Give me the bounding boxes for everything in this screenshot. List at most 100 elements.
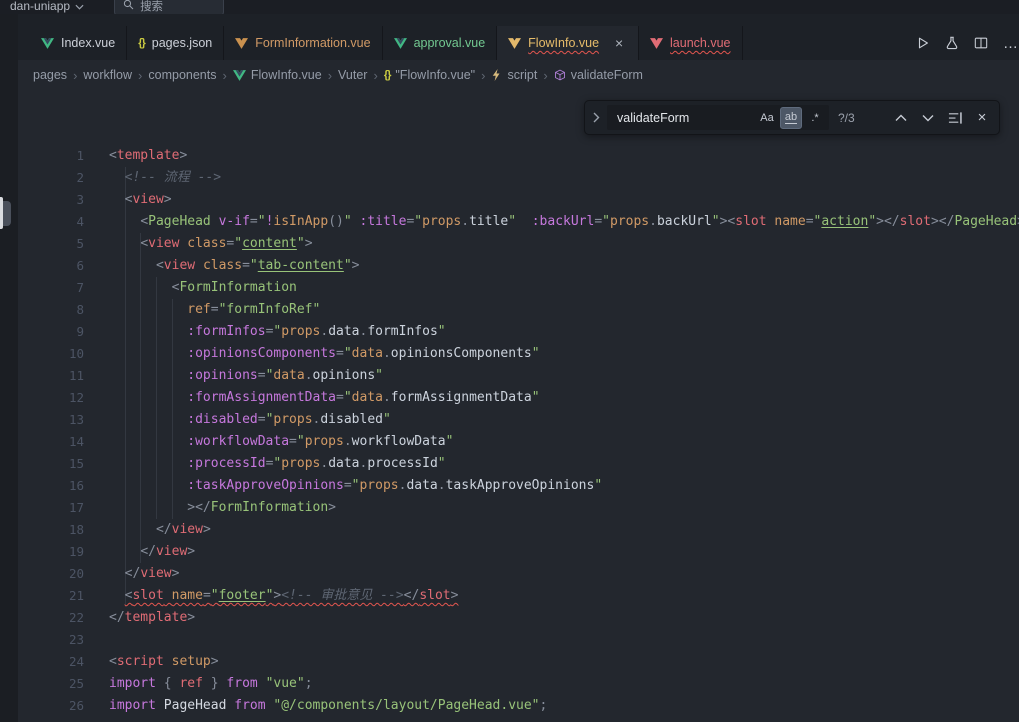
breadcrumb-item-workflow[interactable]: workflow: [82, 68, 133, 82]
sidebar-sliver[interactable]: [0, 14, 18, 722]
breadcrumb-item-pages[interactable]: pages: [32, 68, 68, 82]
code-line[interactable]: 5 <view class="content">: [18, 233, 1019, 255]
tab-FormInformation.vue[interactable]: FormInformation.vue: [224, 26, 382, 60]
code-text: <slot name="footer"><!-- 审批意见 --></slot>: [84, 585, 458, 607]
code-line[interactable]: 24<script setup>: [18, 651, 1019, 673]
line-number[interactable]: 22: [18, 607, 84, 629]
code-line[interactable]: 23: [18, 629, 1019, 651]
line-number[interactable]: 7: [18, 277, 84, 299]
line-number[interactable]: 2: [18, 167, 84, 189]
code-line[interactable]: 26import PageHead from "@/components/lay…: [18, 695, 1019, 717]
code-line[interactable]: 1<template>: [18, 145, 1019, 167]
code-line[interactable]: 15 :processId="props.data.processId": [18, 453, 1019, 475]
tab-label: FlowInfo.vue: [528, 36, 599, 50]
line-number[interactable]: 4: [18, 211, 84, 233]
find-input[interactable]: [615, 110, 756, 126]
code-line[interactable]: 13 :disabled="props.disabled": [18, 409, 1019, 431]
line-number[interactable]: 21: [18, 585, 84, 607]
code-line[interactable]: 20 </view>: [18, 563, 1019, 585]
code-line[interactable]: 9 :formInfos="props.data.formInfos": [18, 321, 1019, 343]
breadcrumb-separator: ›: [373, 68, 377, 83]
previous-match-icon[interactable]: [892, 108, 910, 128]
code-line[interactable]: 18 </view>: [18, 519, 1019, 541]
test-flask-icon[interactable]: [945, 36, 959, 50]
line-number[interactable]: 8: [18, 299, 84, 321]
line-number[interactable]: 18: [18, 519, 84, 541]
json-icon: {}: [384, 69, 391, 81]
split-editor-icon[interactable]: [974, 36, 988, 50]
code-line[interactable]: 11 :opinions="data.opinions": [18, 365, 1019, 387]
line-number[interactable]: 3: [18, 189, 84, 211]
tab-close-icon[interactable]: ×: [611, 35, 627, 51]
tab-launch.vue[interactable]: launch.vue: [639, 26, 742, 60]
line-number[interactable]: 23: [18, 629, 84, 651]
breadcrumb-item-validateForm[interactable]: validateForm: [553, 68, 644, 82]
tab-approval.vue[interactable]: approval.vue: [383, 26, 498, 60]
breadcrumb-label: workflow: [83, 68, 132, 82]
line-number[interactable]: 26: [18, 695, 84, 717]
breadcrumb-item-FlowInfo.vue[interactable]: {} "FlowInfo.vue": [383, 68, 476, 82]
code-line[interactable]: 25import { ref } from "vue";: [18, 673, 1019, 695]
code-editor[interactable]: Aa ab .* ?/3 ×: [18, 90, 1019, 722]
line-number[interactable]: 1: [18, 145, 84, 167]
more-actions-icon[interactable]: …: [1003, 35, 1019, 52]
breadcrumb-label: "FlowInfo.vue": [395, 68, 475, 82]
code-area[interactable]: 1<template>2 <!-- 流程 -->3 <view>4 <PageH…: [18, 90, 1019, 717]
find-in-selection-icon[interactable]: [946, 108, 964, 128]
code-line[interactable]: 6 <view class="tab-content">: [18, 255, 1019, 277]
whole-word-toggle[interactable]: ab: [780, 107, 802, 129]
line-number[interactable]: 14: [18, 431, 84, 453]
run-button[interactable]: [916, 36, 930, 50]
toggle-replace-icon[interactable]: [589, 112, 603, 123]
match-case-toggle[interactable]: Aa: [756, 107, 778, 129]
line-number[interactable]: 6: [18, 255, 84, 277]
line-number[interactable]: 17: [18, 497, 84, 519]
line-number[interactable]: 15: [18, 453, 84, 475]
code-line[interactable]: 8 ref="formInfoRef": [18, 299, 1019, 321]
line-number[interactable]: 19: [18, 541, 84, 563]
code-line[interactable]: 2 <!-- 流程 -->: [18, 167, 1019, 189]
line-number[interactable]: 10: [18, 343, 84, 365]
next-match-icon[interactable]: [919, 108, 937, 128]
code-line[interactable]: 22</template>: [18, 607, 1019, 629]
tab-pages.json[interactable]: {}pages.json: [127, 26, 224, 60]
search-icon: [123, 0, 134, 13]
code-line[interactable]: 17 ></FormInformation>: [18, 497, 1019, 519]
breadcrumb-item-components[interactable]: components: [147, 68, 217, 82]
code-line[interactable]: 4 <PageHead v-if="!isInApp()" :title="pr…: [18, 211, 1019, 233]
regex-toggle[interactable]: .*: [804, 107, 826, 129]
code-line[interactable]: 12 :formAssignmentData="data.formAssignm…: [18, 387, 1019, 409]
breadcrumb-label: pages: [33, 68, 67, 82]
sidebar-scroll-thumb[interactable]: [2, 201, 11, 226]
line-number[interactable]: 12: [18, 387, 84, 409]
breadcrumb-item-FlowInfo.vue[interactable]: FlowInfo.vue: [232, 68, 323, 82]
close-icon[interactable]: ×: [973, 108, 991, 128]
code-line[interactable]: 3 <view>: [18, 189, 1019, 211]
code-line[interactable]: 21 <slot name="footer"><!-- 审批意见 --></sl…: [18, 585, 1019, 607]
tab-Index.vue[interactable]: Index.vue: [30, 26, 127, 60]
search-label: 搜索: [140, 0, 163, 14]
tab-FlowInfo.vue[interactable]: FlowInfo.vue ×: [497, 26, 639, 60]
line-number[interactable]: 5: [18, 233, 84, 255]
line-number[interactable]: 25: [18, 673, 84, 695]
whole-word-label: ab: [785, 111, 797, 124]
code-line[interactable]: 19 </view>: [18, 541, 1019, 563]
global-search-box[interactable]: 搜索: [114, 0, 224, 14]
line-number[interactable]: 9: [18, 321, 84, 343]
project-menu[interactable]: dan-uniapp: [4, 0, 90, 13]
line-number[interactable]: 11: [18, 365, 84, 387]
breadcrumb-item-script[interactable]: script: [490, 68, 538, 82]
code-line[interactable]: 7 <FormInformation: [18, 277, 1019, 299]
line-number[interactable]: 16: [18, 475, 84, 497]
code-line[interactable]: 16 :taskApproveOpinions="props.data.task…: [18, 475, 1019, 497]
code-line[interactable]: 14 :workflowData="props.workflowData": [18, 431, 1019, 453]
line-number[interactable]: 20: [18, 563, 84, 585]
line-number[interactable]: 13: [18, 409, 84, 431]
code-text: <view class="content">: [84, 233, 313, 255]
tab-bar-tabs: Index.vue{}pages.jsonFormInformation.vue…: [30, 26, 743, 60]
line-number[interactable]: 24: [18, 651, 84, 673]
code-line[interactable]: 10 :opinionsComponents="data.opinionsCom…: [18, 343, 1019, 365]
vue-icon: [650, 38, 663, 49]
code-text: :processId="props.data.processId": [84, 453, 446, 475]
breadcrumb-item-Vuter[interactable]: Vuter: [337, 68, 368, 82]
